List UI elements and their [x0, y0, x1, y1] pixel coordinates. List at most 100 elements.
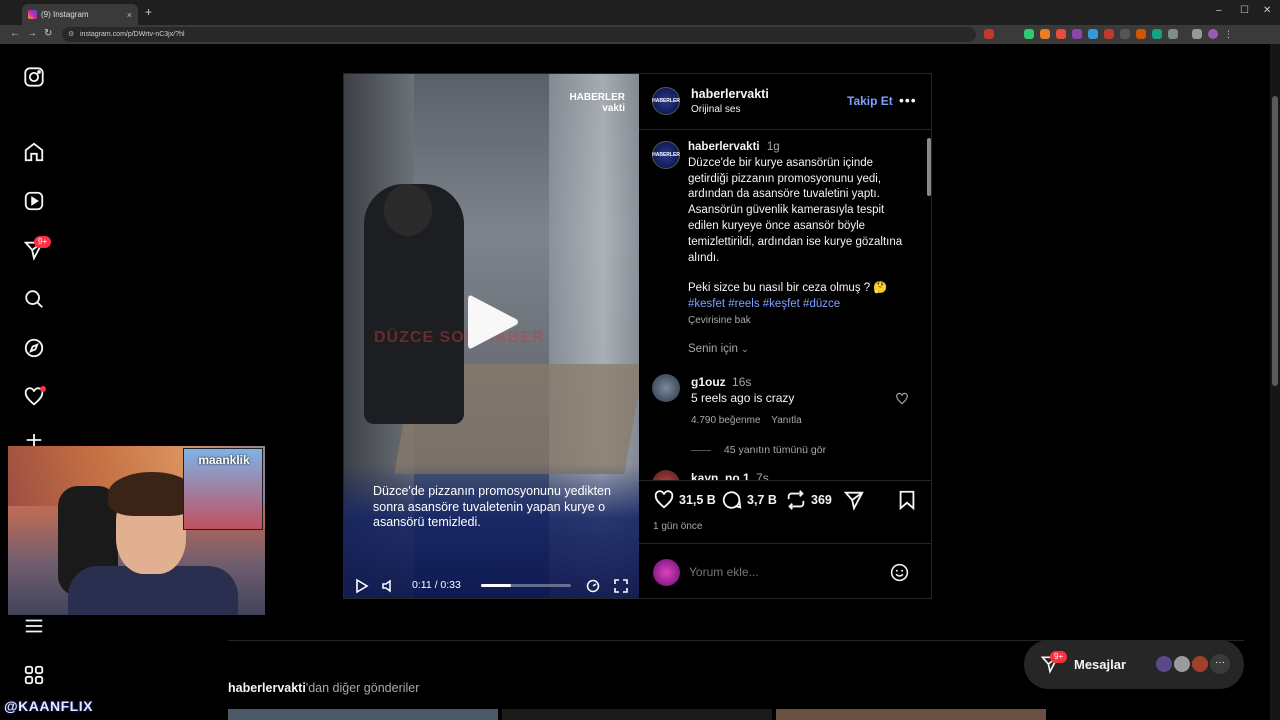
video-progress-bar[interactable] — [481, 584, 571, 587]
comment-likes[interactable]: 4.790 beğenme — [691, 415, 761, 426]
follow-button[interactable]: Takip Et — [847, 94, 893, 108]
extension-icon[interactable] — [1104, 29, 1114, 39]
comment-action[interactable]: 3,7 B — [721, 489, 777, 511]
post-thumbnail[interactable] — [502, 709, 772, 720]
extension-icon[interactable] — [1056, 29, 1066, 39]
like-heart-icon[interactable] — [653, 489, 675, 511]
fullscreen-icon[interactable] — [613, 578, 629, 594]
more-options-icon[interactable]: ••• — [899, 92, 917, 108]
new-tab-button[interactable]: + — [145, 5, 152, 19]
comment-item: kayn_no.1 7s — [639, 468, 932, 480]
extension-icon[interactable] — [1024, 29, 1034, 39]
scrollbar-thumb[interactable] — [1272, 96, 1278, 386]
back-icon[interactable]: ← — [10, 28, 20, 39]
reply-button[interactable]: Yanıtla — [771, 415, 801, 426]
window-maximize-button[interactable]: ☐ — [1240, 5, 1249, 16]
caption-body: Düzce'de bir kurye asansörün içinde geti… — [688, 156, 903, 264]
browser-tab-bar: (9) Instagram × + – ☐ ✕ — [0, 0, 1280, 25]
chevron-down-icon: ⌄ — [741, 344, 749, 354]
like-action[interactable]: 31,5 B — [653, 489, 716, 511]
browser-tab[interactable]: (9) Instagram × — [22, 4, 138, 25]
extension-icon[interactable] — [1136, 29, 1146, 39]
author-username[interactable]: haberlervakti — [691, 87, 769, 101]
share-icon[interactable] — [843, 489, 865, 511]
comments-scrollbar-thumb[interactable] — [927, 138, 931, 196]
extension-icon[interactable] — [1040, 29, 1050, 39]
more-posts-grid — [228, 709, 1046, 720]
caption-hashtags[interactable]: #kesfet #reels #keşfet #düzce — [688, 297, 908, 313]
post-thumbnail[interactable] — [228, 709, 498, 720]
reels-icon[interactable] — [22, 189, 46, 213]
avatar-logo-text: HABERLER — [652, 152, 680, 158]
comment-username[interactable]: g1ouz — [691, 375, 726, 389]
address-bar[interactable]: ⚙ instagram.com/p/DWrtv-nC3jx/?hl — [62, 27, 976, 42]
notification-dot — [40, 386, 46, 392]
instagram-logo-icon[interactable] — [22, 65, 46, 89]
save-action[interactable] — [896, 489, 918, 511]
messages-pill[interactable]: 9+ Mesajlar ··· — [1024, 640, 1244, 689]
comment-bubble-icon[interactable] — [721, 489, 743, 511]
volume-icon[interactable] — [380, 578, 396, 594]
comment-header: kayn_no.1 7s — [691, 471, 769, 480]
comment-username[interactable]: kayn_no.1 — [691, 471, 750, 480]
create-icon[interactable] — [22, 434, 46, 446]
profile-avatar[interactable] — [1208, 29, 1218, 39]
author-avatar[interactable]: HABERLER — [652, 141, 680, 169]
caption-age: 1g — [766, 141, 780, 153]
extension-icon[interactable] — [1152, 29, 1162, 39]
sidepanel-icon[interactable] — [1192, 29, 1202, 39]
play-icon[interactable] — [354, 578, 370, 594]
reload-icon[interactable]: ↻ — [44, 28, 52, 39]
comment-header: g1ouz 16s — [691, 375, 751, 389]
author-avatar[interactable]: HABERLER — [652, 87, 680, 115]
add-comment-input[interactable] — [689, 562, 879, 582]
site-info-icon[interactable]: ⚙ — [68, 27, 74, 42]
more-posts-username[interactable]: haberlervakti — [228, 681, 306, 695]
view-replies-label: 45 yanıtın tümünü gör — [723, 444, 827, 456]
also-from-meta-icon[interactable] — [22, 663, 46, 687]
playback-speed-icon[interactable] — [585, 578, 601, 594]
instagram-favicon-icon — [28, 10, 37, 19]
comments-scrollbar[interactable] — [927, 130, 931, 480]
more-conversations-icon: ··· — [1210, 654, 1230, 674]
repost-icon[interactable] — [785, 489, 807, 511]
browser-menu-icon[interactable]: ⋮ — [1224, 29, 1234, 39]
audio-label[interactable]: Orijinal ses — [691, 104, 769, 115]
webcam-inset-name: maanklik — [198, 453, 250, 467]
extension-icon[interactable] — [1072, 29, 1082, 39]
home-icon[interactable] — [22, 140, 46, 164]
post-sidebar: HABERLER haberlervakti Orijinal ses Taki… — [639, 74, 932, 598]
reel-video[interactable]: HABERLER vakti DÜZCE SON HABER Düzce'de … — [344, 74, 639, 598]
commenter-avatar[interactable] — [652, 470, 680, 480]
view-replies-link[interactable]: 45 yanıtın tümünü gör — [691, 444, 826, 456]
window-minimize-button[interactable]: – — [1216, 5, 1222, 16]
caption-username[interactable]: haberlervakti — [688, 141, 760, 153]
more-menu-icon[interactable] — [22, 614, 46, 638]
search-icon[interactable] — [22, 287, 46, 311]
explore-icon[interactable] — [22, 336, 46, 360]
window-close-button[interactable]: ✕ — [1263, 5, 1271, 16]
emoji-picker-icon[interactable] — [889, 562, 910, 583]
extensions-puzzle-icon[interactable] — [1168, 29, 1178, 39]
extension-icon[interactable] — [1120, 29, 1130, 39]
direct-messages-icon[interactable]: 9+ — [22, 236, 52, 262]
webcam-inset: maanklik — [183, 448, 263, 530]
tab-close-icon[interactable]: × — [127, 10, 132, 20]
post-thumbnail[interactable] — [776, 709, 1046, 720]
video-scene — [384, 184, 432, 236]
comment-like-icon[interactable] — [895, 392, 909, 406]
see-translation-link[interactable]: Çevirisine bak — [688, 313, 908, 329]
bookmark-icon[interactable] — [896, 489, 918, 511]
video-controls: 0:11 / 0:33 — [344, 574, 639, 598]
extension-icon[interactable] — [984, 29, 994, 39]
page-scrollbar[interactable] — [1270, 44, 1280, 720]
more-posts-heading: haberlervakti'dan diğer gönderiler — [228, 681, 419, 695]
share-action[interactable] — [843, 489, 865, 511]
commenter-avatar[interactable] — [652, 374, 680, 402]
extension-icon[interactable] — [1088, 29, 1098, 39]
notifications-heart-icon[interactable] — [22, 385, 46, 409]
repost-action[interactable]: 369 — [785, 489, 832, 511]
play-overlay-icon[interactable] — [466, 292, 520, 352]
comment-sort-dropdown[interactable]: Senin için ⌄ — [688, 343, 749, 355]
forward-icon[interactable]: → — [27, 28, 37, 39]
